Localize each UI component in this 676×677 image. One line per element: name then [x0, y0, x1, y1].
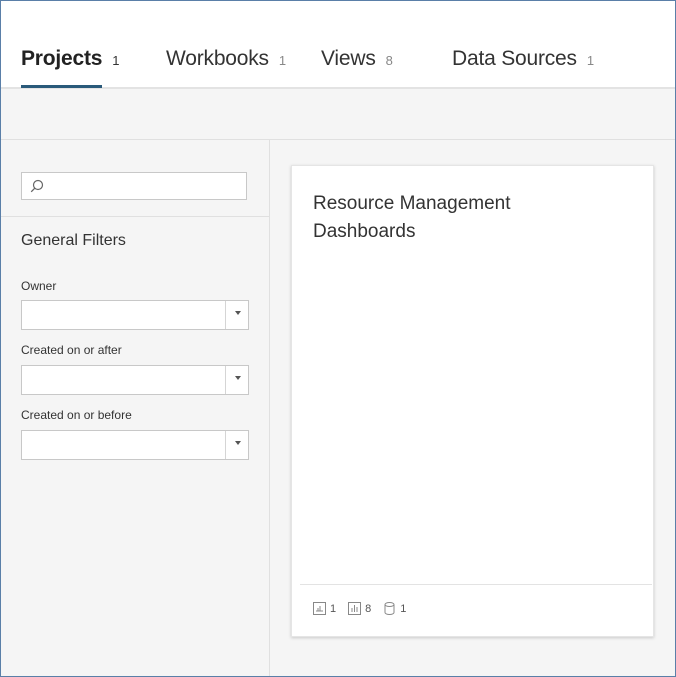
workbook-icon — [313, 602, 326, 615]
card-stats: 1 8 1 — [313, 602, 418, 615]
workbook-count-value: 1 — [330, 602, 337, 615]
search-input[interactable] — [21, 172, 247, 200]
tab-count: 1 — [278, 53, 287, 68]
filter-panel: General Filters Owner Created on or afte… — [1, 140, 270, 676]
created-before-select[interactable] — [21, 430, 249, 460]
project-card[interactable]: Resource Management Dashboards 1 8 1 — [291, 165, 654, 637]
active-tab-indicator — [21, 85, 102, 88]
datasource-count: 1 — [383, 602, 406, 615]
tab-data-sources[interactable]: Data Sources 1 — [452, 47, 594, 71]
tab-projects[interactable]: Projects 1 — [21, 47, 120, 71]
chevron-down-icon — [235, 376, 241, 380]
divider — [1, 216, 269, 217]
toolbar-band — [1, 89, 675, 140]
tab-count: 1 — [112, 53, 120, 68]
search-icon — [30, 179, 44, 193]
view-count-value: 8 — [365, 602, 372, 615]
workbook-count: 1 — [313, 602, 336, 615]
owner-label: Owner — [21, 279, 57, 293]
view-count: 8 — [348, 602, 371, 615]
created-after-select[interactable] — [21, 365, 249, 395]
tab-count: 8 — [385, 53, 393, 68]
card-divider — [300, 584, 652, 585]
tab-count: 1 — [586, 53, 595, 68]
select-divider — [225, 366, 226, 394]
created-after-label: Created on or after — [21, 343, 122, 357]
chevron-down-icon — [235, 441, 241, 445]
tab-label: Projects — [21, 47, 103, 70]
view-icon — [348, 602, 362, 615]
created-before-label: Created on or before — [21, 408, 132, 422]
chevron-down-icon — [235, 311, 241, 315]
tab-label: Data Sources — [452, 47, 577, 70]
tab-workbooks[interactable]: Workbooks 1 — [166, 47, 286, 71]
project-title[interactable]: Resource Management Dashboards — [313, 190, 573, 246]
select-divider — [225, 301, 226, 329]
owner-select[interactable] — [21, 300, 249, 330]
datasource-icon — [384, 602, 395, 615]
select-divider — [225, 431, 226, 459]
tab-views[interactable]: Views 8 — [321, 47, 393, 71]
tab-label: Views — [321, 47, 376, 70]
datasource-count-value: 1 — [400, 602, 407, 615]
content-area: Resource Management Dashboards 1 8 1 — [270, 140, 675, 676]
app-frame: Projects 1 Workbooks 1 Views 8 Data Sour… — [0, 0, 676, 677]
tab-label: Workbooks — [166, 47, 269, 70]
content-type-tabs: Projects 1 Workbooks 1 Views 8 Data Sour… — [1, 1, 675, 89]
general-filters-heading: General Filters — [21, 232, 126, 249]
